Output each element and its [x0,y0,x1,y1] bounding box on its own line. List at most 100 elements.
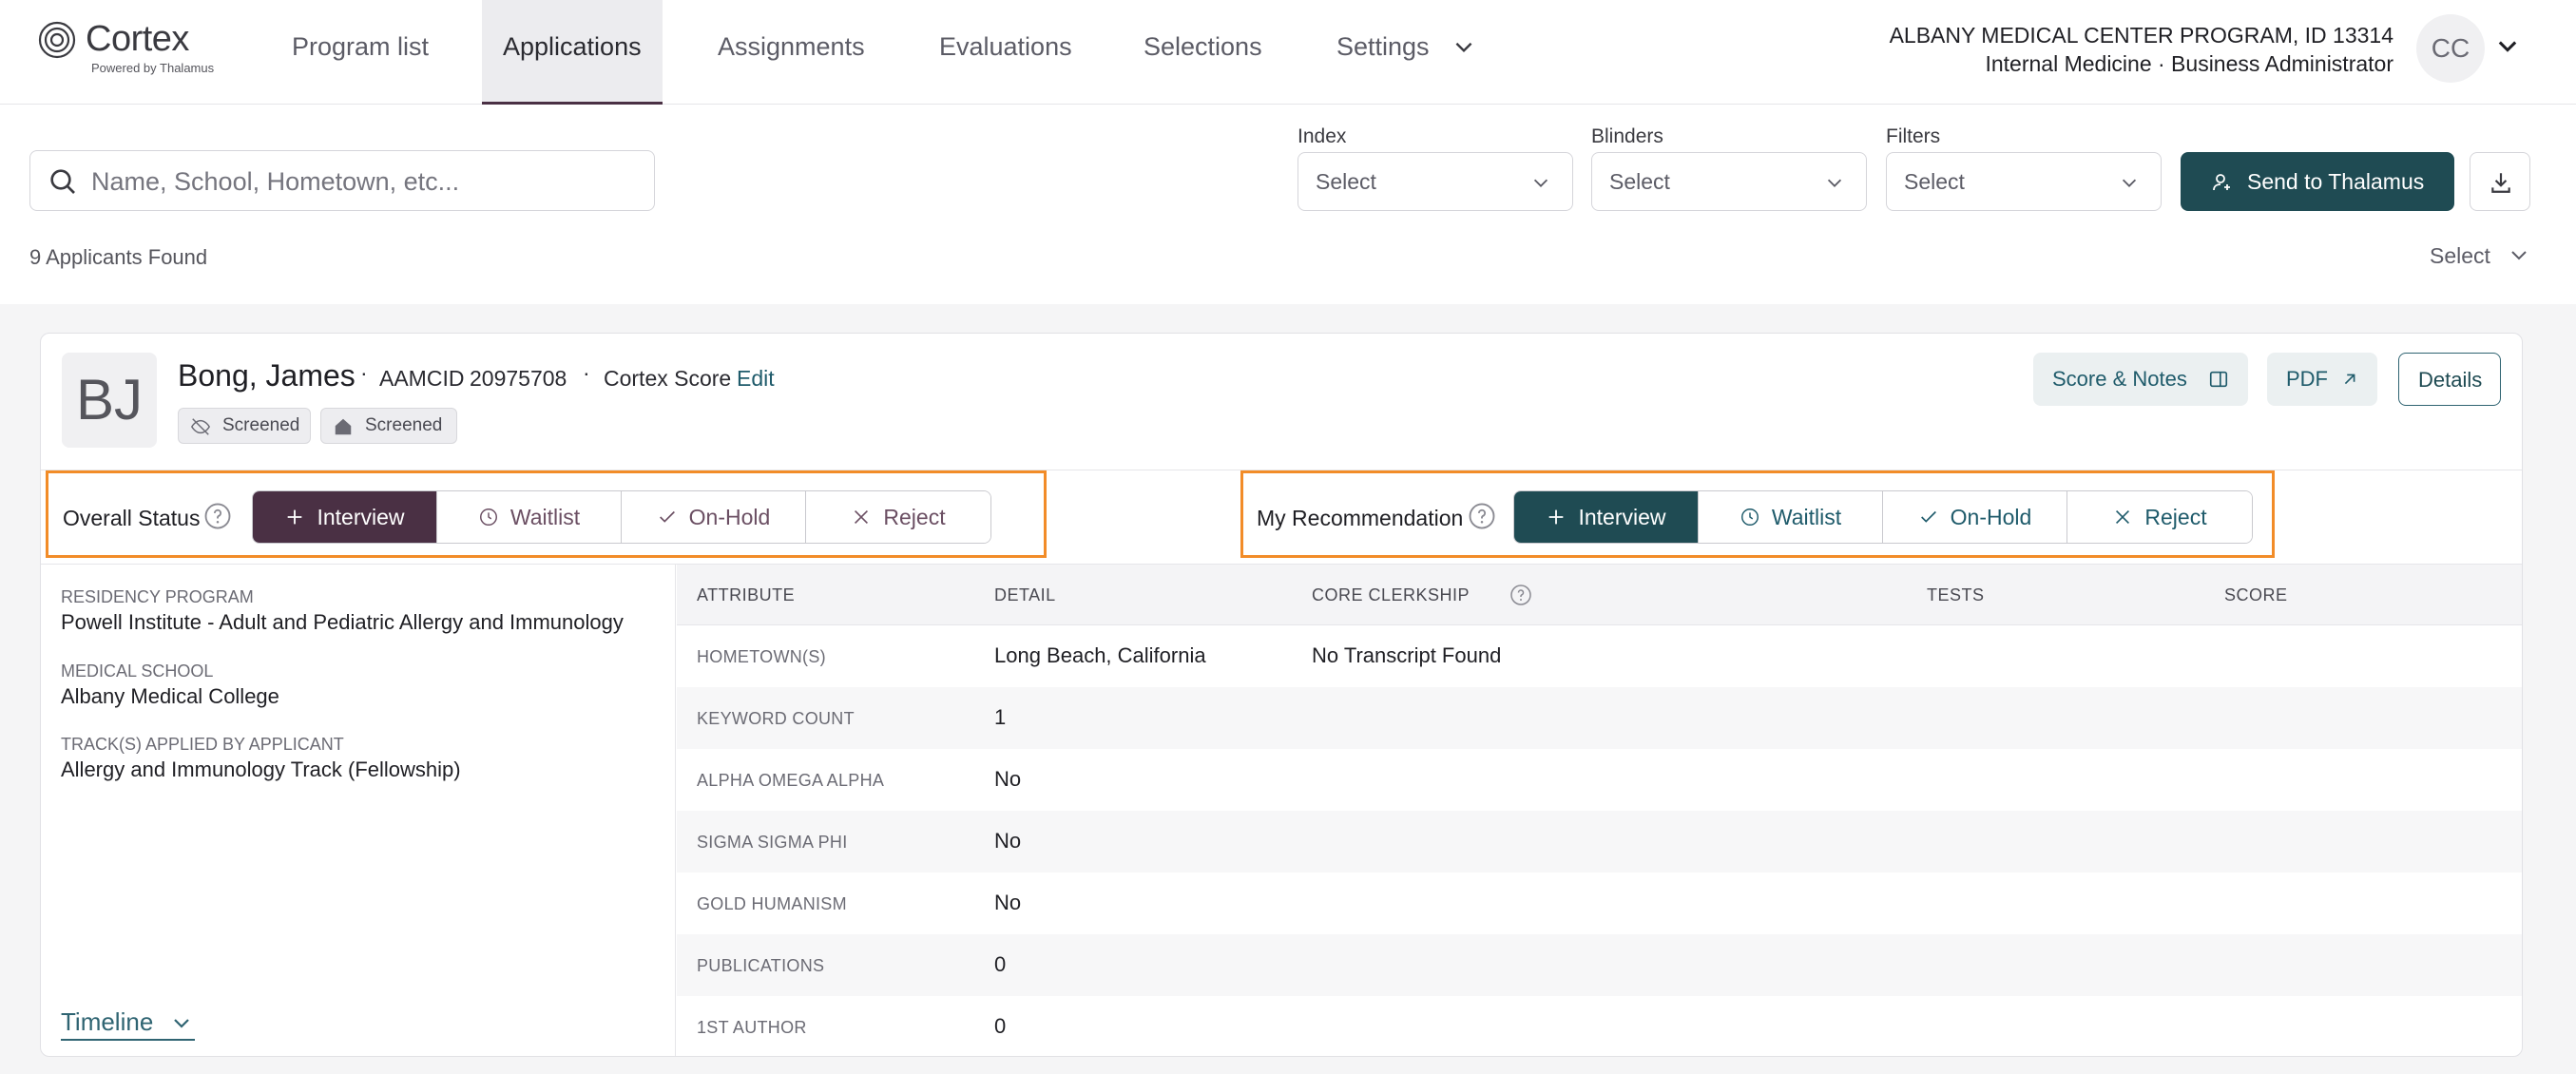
external-link-icon [2344,374,2355,385]
separator-dot: · [583,360,590,385]
overall-on-hold-button[interactable]: On-Hold [622,491,806,543]
sort-select[interactable]: Select [2430,243,2490,269]
overall-status-group: Overall Status Interview Waitlist On-Hol… [46,470,1047,558]
column-header-core-clerkship: CORE CLERKSHIP [1312,585,1471,604]
chevron-down-icon [2122,179,2137,187]
overall-interview-button[interactable]: Interview [253,491,437,543]
brand-name: Cortex [86,19,189,59]
my-interview-button[interactable]: Interview [1514,491,1699,543]
chevron-down-icon[interactable] [2508,243,2530,266]
table-row: ALPHA OMEGA ALPHA No [677,749,2522,811]
attribute-table: ATTRIBUTE DETAIL CORE CLERKSHIP TESTS SC… [677,565,2522,1056]
tab-applications[interactable]: Applications [482,0,663,105]
filter-bar: Index Select Blinders Select Filters Sel… [0,105,2576,304]
my-on-hold-button[interactable]: On-Hold [1883,491,2067,543]
my-waitlist-button[interactable]: Waitlist [1699,491,1883,543]
medical-school-label: MEDICAL SCHOOL [61,662,214,681]
column-header-detail: DETAIL [994,585,1056,604]
my-recommendation-label: My Recommendation [1257,506,1464,530]
help-icon[interactable] [1468,502,1496,530]
residency-program-label: RESIDENCY PROGRAM [61,587,254,606]
attribute-cell: KEYWORD COUNT [697,709,855,728]
close-icon [2116,509,2130,525]
score-notes-button[interactable]: Score & Notes [2033,353,2248,406]
column-header-score: SCORE [2224,585,2288,604]
organization-name: ALBANY MEDICAL CENTER PROGRAM, ID 13314 [1889,23,2393,48]
attribute-cell: HOMETOWN(S) [697,647,826,666]
download-icon [2491,173,2510,193]
blinders-select[interactable]: Select [1591,152,1867,211]
medical-school-value: Albany Medical College [61,684,279,708]
search-input[interactable] [91,161,643,202]
detail-cell: No [994,767,1022,791]
check-icon [1920,510,1936,523]
filters-label: Filters [1886,125,1941,147]
core-clerkship-cell: No Transcript Found [1312,643,1502,667]
overall-waitlist-button[interactable]: Waitlist [437,491,622,543]
filters-select[interactable]: Select [1886,152,2162,211]
chevron-down-icon [1827,179,1842,187]
help-icon[interactable] [203,502,232,530]
detail-cell: Long Beach, California [994,643,1206,667]
applicant-avatar: BJ [62,353,157,448]
aamcid-value: 20975708 [470,366,567,391]
tab-evaluations[interactable]: Evaluations [918,0,1093,105]
help-icon[interactable] [1509,584,1532,606]
plus-icon [1549,509,1564,525]
organization-info: ALBANY MEDICAL CENTER PROGRAM, ID 13314 … [1890,21,2393,78]
my-reject-button[interactable]: Reject [2067,491,2252,543]
table-row: SIGMA SIGMA PHI No [677,811,2522,873]
pdf-button[interactable]: PDF [2267,353,2377,406]
panel-icon [2209,371,2228,388]
cortex-score-label: Cortex Score [604,366,732,391]
settings-chevron-down-icon[interactable] [1451,34,1476,59]
filters-select-value: Select [1904,169,1965,194]
attribute-cell: GOLD HUMANISM [697,894,847,913]
top-navigation-bar: Cortex Powered by Thalamus Program list … [0,0,2576,105]
index-label: Index [1298,125,1347,147]
user-menu-chevron-down-icon[interactable] [2494,32,2521,59]
download-button[interactable] [2470,152,2530,211]
index-select[interactable]: Select [1298,152,1573,211]
tab-program-list[interactable]: Program list [271,0,450,105]
detail-cell: No [994,891,1022,914]
chevron-down-icon [1533,179,1548,187]
aamcid-label: AAMCID [379,366,465,391]
clock-icon [479,508,497,526]
overall-status-label: Overall Status [63,506,201,530]
user-add-icon [2213,174,2230,191]
blinders-label: Blinders [1591,125,1663,147]
applicant-card: BJ Bong, James · AAMCID 20975708 · Corte… [40,333,2523,1057]
overall-reject-button[interactable]: Reject [806,491,990,543]
check-icon [659,510,675,523]
attribute-cell: PUBLICATIONS [697,956,825,975]
detail-cell: 0 [994,952,1007,976]
clock-icon [1740,508,1759,526]
index-select-value: Select [1316,169,1376,194]
blinders-select-value: Select [1609,169,1670,194]
chevron-down-icon [174,1019,190,1028]
detail-cell: 1 [994,705,1007,729]
tab-settings[interactable]: Settings [1316,0,1451,105]
cortex-logo[interactable]: Cortex Powered by Thalamus [38,19,228,78]
home-icon [335,418,352,435]
table-header: ATTRIBUTE DETAIL CORE CLERKSHIP TESTS SC… [677,565,2522,625]
separator-dot: · [360,360,368,385]
search-box[interactable] [29,150,655,211]
my-recommendation-toggle: Interview Waitlist On-Hold Reject [1513,490,2253,544]
detail-cell: No [994,829,1022,853]
eye-off-icon [190,418,211,435]
table-row: GOLD HUMANISM No [677,873,2522,934]
timeline-toggle[interactable]: Timeline [61,1007,196,1041]
screened-badge: Screened [320,408,457,444]
user-avatar[interactable]: CC [2416,14,2485,83]
send-to-thalamus-button[interactable]: Send to Thalamus [2181,152,2454,211]
tab-assignments[interactable]: Assignments [697,0,886,105]
tab-selections[interactable]: Selections [1123,0,1283,105]
table-row: HOMETOWN(S) Long Beach, California No Tr… [677,625,2522,687]
applicant-name[interactable]: Bong, James [178,358,356,393]
details-button[interactable]: Details [2398,353,2501,406]
edit-score-link[interactable]: Edit [737,366,775,392]
cortex-logo-icon [38,21,76,59]
table-row: 1ST AUTHOR 0 [677,996,2522,1056]
